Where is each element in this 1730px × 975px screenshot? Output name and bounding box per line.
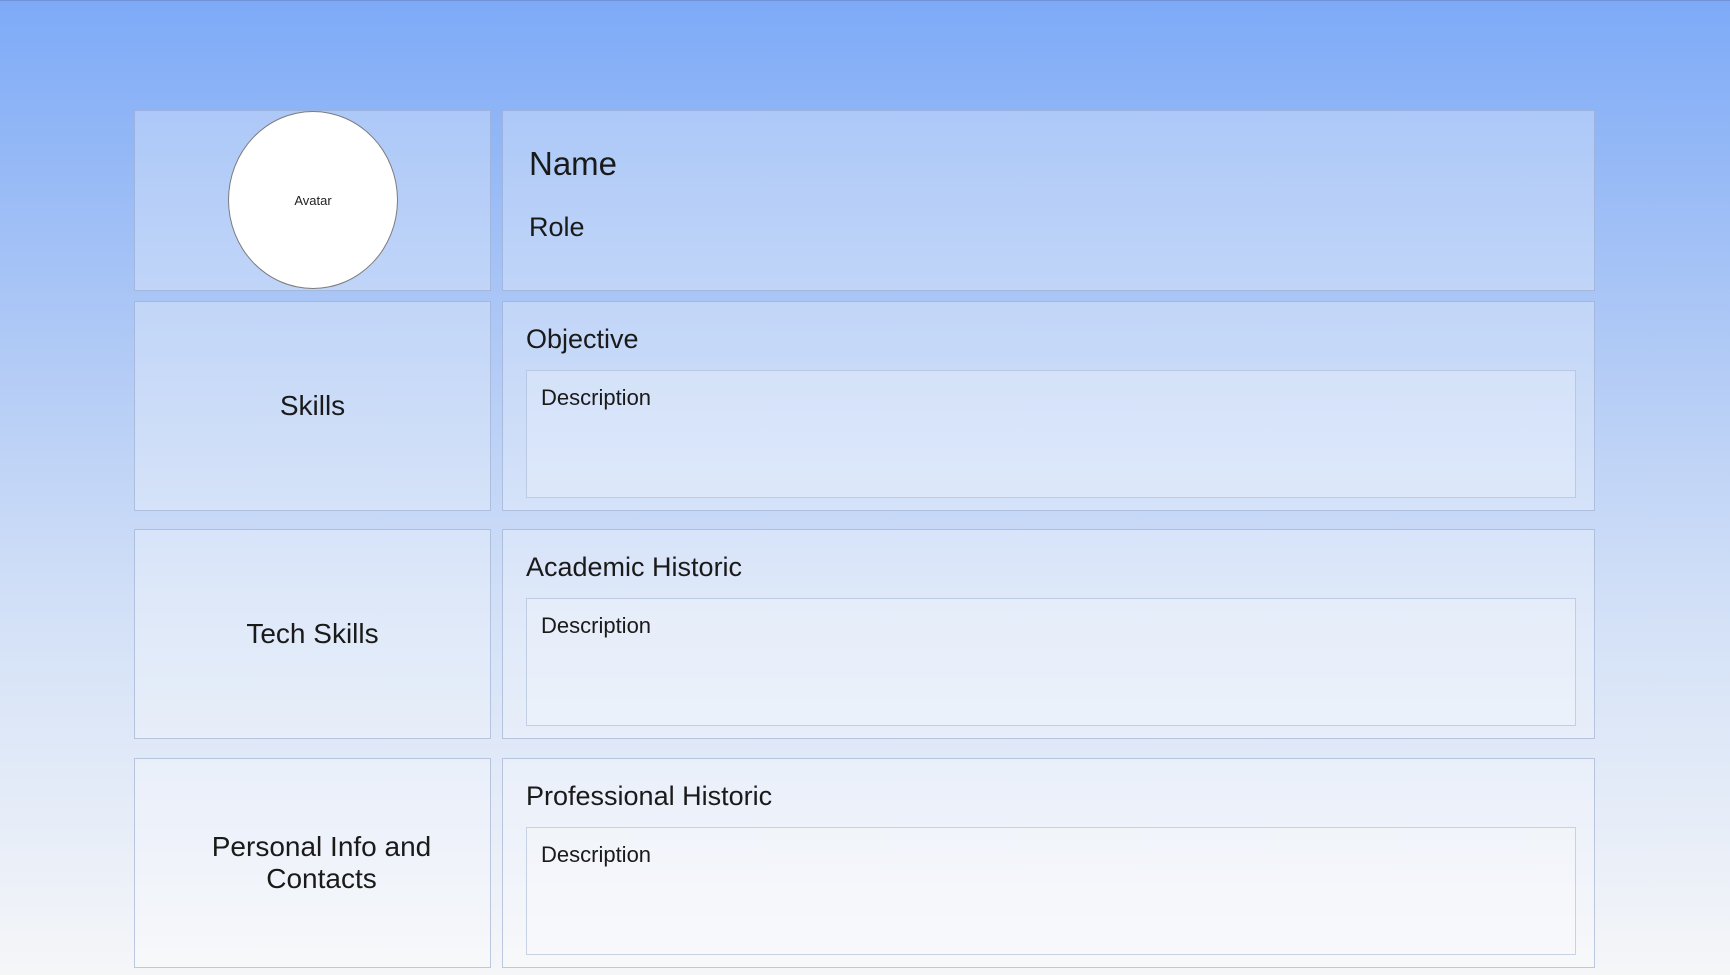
objective-description-box[interactable]: Description	[526, 370, 1576, 498]
profile-role: Role	[529, 212, 585, 242]
professional-historic-section: Professional Historic Description	[502, 758, 1595, 968]
profile-name: Name	[529, 145, 618, 182]
objective-title: Objective	[526, 324, 639, 354]
avatar[interactable]: Avatar	[228, 111, 398, 289]
avatar-panel: Avatar	[134, 110, 491, 291]
professional-description: Description	[541, 842, 652, 867]
academic-description: Description	[541, 613, 652, 638]
tech-skills-label: Tech Skills	[246, 618, 379, 649]
academic-historic-title: Academic Historic	[526, 552, 743, 582]
objective-description: Description	[541, 385, 652, 410]
academic-description-box[interactable]: Description	[526, 598, 1576, 726]
objective-section: Objective Description	[502, 301, 1595, 511]
academic-historic-section: Academic Historic Description	[502, 529, 1595, 739]
skills-label: Skills	[279, 390, 346, 421]
skills-panel: Skills	[134, 301, 491, 511]
professional-historic-title: Professional Historic	[526, 781, 773, 811]
professional-description-box[interactable]: Description	[526, 827, 1576, 955]
personal-info-label: Personal Info and Contacts	[211, 831, 432, 894]
tech-skills-panel: Tech Skills	[134, 529, 491, 739]
avatar-label: Avatar	[294, 192, 332, 208]
personal-info-panel: Personal Info and Contacts	[134, 758, 491, 968]
profile-header-panel: Name Role	[502, 110, 1595, 291]
